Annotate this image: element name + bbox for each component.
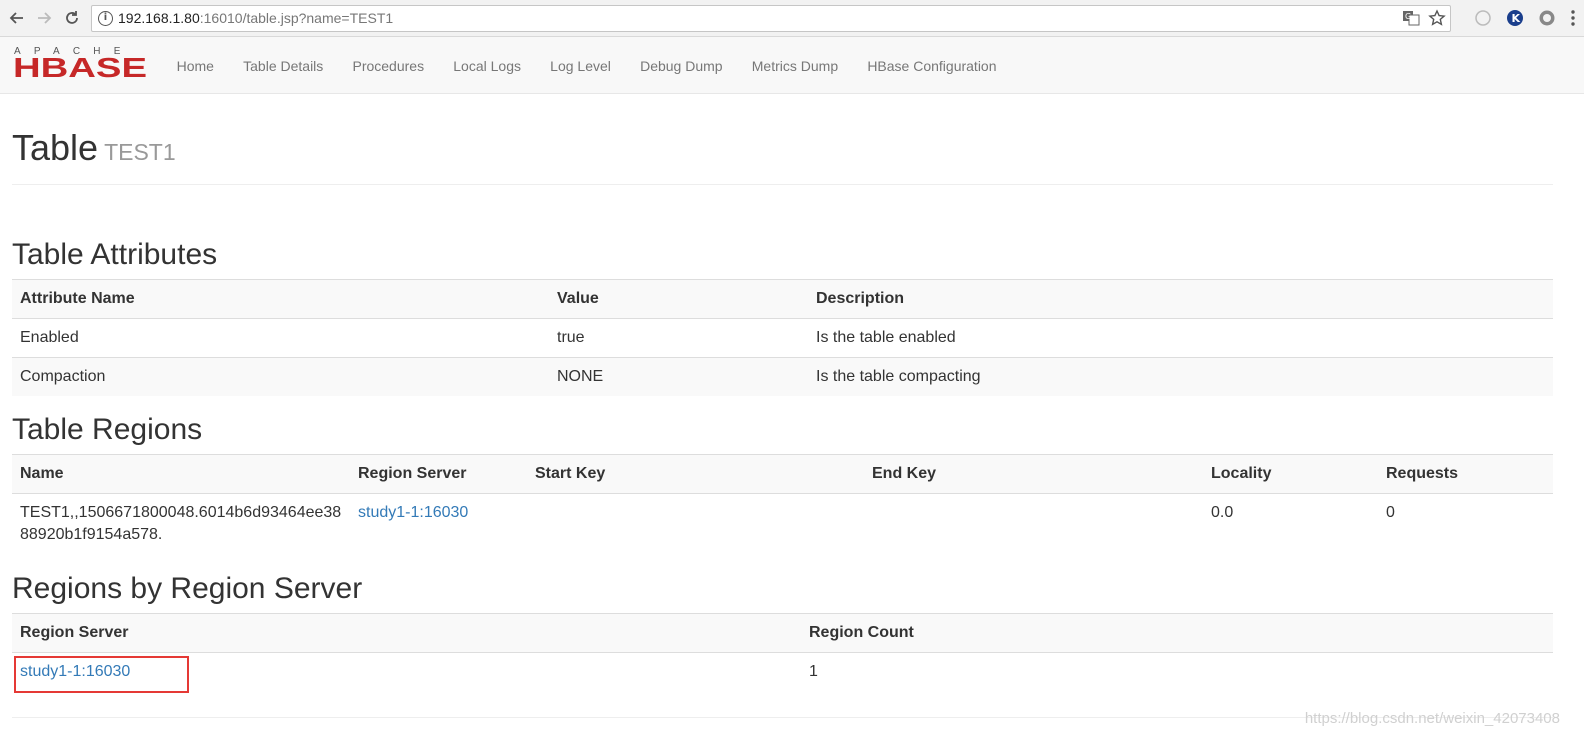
table-header-row: Name Region Server Start Key End Key Loc…	[12, 454, 1553, 494]
nav-table-details[interactable]: Table Details	[229, 58, 338, 74]
browser-toolbar: i 192.168.1.80:16010/table.jsp?name=TEST…	[0, 0, 1584, 37]
nav-hbase-configuration[interactable]: HBase Configuration	[853, 58, 1011, 74]
hbase-logo[interactable]: APACHE HBASE	[13, 44, 149, 85]
table-cell: Is the table compacting	[808, 357, 1553, 396]
start-key-cell	[527, 493, 864, 554]
table-regions: Name Region Server Start Key End Key Loc…	[12, 454, 1553, 554]
svg-text:K: K	[1512, 12, 1521, 25]
table-attributes-heading: Table Attributes	[12, 238, 218, 271]
nav-metrics-dump[interactable]: Metrics Dump	[737, 58, 853, 74]
main-container: Table TEST1 Table Attributes Attribute Na…	[12, 95, 1553, 691]
url-host: 192.168.1.80	[118, 10, 200, 26]
column-header: Attribute Name	[12, 279, 549, 319]
address-bar[interactable]: i 192.168.1.80:16010/table.jsp?name=TEST…	[91, 5, 1451, 32]
watermark-text: https://blog.csdn.net/weixin_42073408	[1304, 710, 1560, 727]
hbase-navbar: APACHE HBASE Home Table Details Procedur…	[0, 37, 1584, 94]
table-row: Enabled true Is the table enabled	[12, 318, 1553, 358]
column-header: Description	[808, 279, 1553, 319]
annotation-highlight-box	[14, 656, 189, 693]
regions-by-server-table: Region Server Region Count study1-1:1603…	[12, 613, 1553, 691]
nav-local-logs[interactable]: Local Logs	[439, 58, 536, 74]
extension-icon[interactable]	[1474, 9, 1492, 32]
menu-dots-icon[interactable]	[1570, 9, 1576, 32]
requests-cell: 0	[1378, 493, 1553, 554]
region-name-cell: TEST1,,1506671800048.6014b6d93464ee38 889…	[12, 493, 350, 554]
table-cell: Is the table enabled	[808, 318, 1553, 358]
nav-home[interactable]: Home	[162, 58, 229, 74]
table-header-row: Region Server Region Count	[12, 613, 1553, 653]
column-header: Region Server	[12, 613, 801, 653]
column-header: Value	[549, 279, 808, 319]
page-header: Table TEST1	[12, 95, 1553, 185]
column-header: Name	[12, 454, 350, 494]
region-count-cell: 1	[801, 652, 1553, 691]
reload-icon[interactable]	[61, 7, 83, 29]
svg-text:HBASE: HBASE	[13, 52, 147, 80]
table-row: TEST1,,1506671800048.6014b6d93464ee38 889…	[12, 493, 1553, 554]
region-name-line: 88920b1f9154a578.	[20, 526, 163, 543]
table-cell: Enabled	[12, 318, 549, 358]
page-title-text: Table	[12, 127, 99, 168]
record-extension-icon[interactable]	[1538, 9, 1556, 32]
region-server-link[interactable]: study1-1:16030	[358, 504, 468, 521]
table-regions-heading: Table Regions	[12, 413, 203, 446]
table-row: Compaction NONE Is the table compacting	[12, 357, 1553, 396]
table-header-row: Attribute Name Value Description	[12, 279, 1553, 319]
table-row: study1-1:16030 1	[12, 652, 1553, 691]
info-icon[interactable]: i	[98, 11, 113, 26]
column-header: Region Count	[801, 613, 1553, 653]
bookmark-star-icon[interactable]	[1428, 9, 1446, 35]
back-icon[interactable]	[6, 7, 28, 29]
svg-text:G: G	[1405, 12, 1411, 21]
forward-icon[interactable]	[33, 7, 55, 29]
column-header: Requests	[1378, 454, 1553, 494]
translate-icon[interactable]: G	[1402, 9, 1420, 35]
column-header: Locality	[1203, 454, 1378, 494]
region-server-cell: study1-1:16030	[350, 493, 527, 554]
page-title: Table TEST1	[12, 95, 1553, 169]
table-name-subtitle: TEST1	[104, 139, 176, 165]
url-path: :16010/table.jsp?name=TEST1	[199, 10, 394, 26]
table-attributes: Attribute Name Value Description Enabled…	[12, 279, 1553, 396]
nav-debug-dump[interactable]: Debug Dump	[625, 58, 737, 74]
column-header: Region Server	[350, 454, 527, 494]
table-cell: NONE	[549, 357, 808, 396]
column-header: Start Key	[527, 454, 864, 494]
table-cell: Compaction	[12, 357, 549, 396]
nav-procedures[interactable]: Procedures	[338, 58, 439, 74]
end-key-cell	[864, 493, 1203, 554]
nav-log-level[interactable]: Log Level	[536, 58, 626, 74]
locality-cell: 0.0	[1203, 493, 1378, 554]
table-cell: true	[549, 318, 808, 358]
column-header: End Key	[864, 454, 1203, 494]
region-name-line: TEST1,,1506671800048.6014b6d93464ee38	[20, 504, 342, 521]
k-extension-icon[interactable]: K	[1506, 9, 1524, 32]
top-nav: Home Table Details Procedures Local Logs…	[162, 37, 1011, 94]
regions-by-server-heading: Regions by Region Server	[12, 572, 363, 605]
